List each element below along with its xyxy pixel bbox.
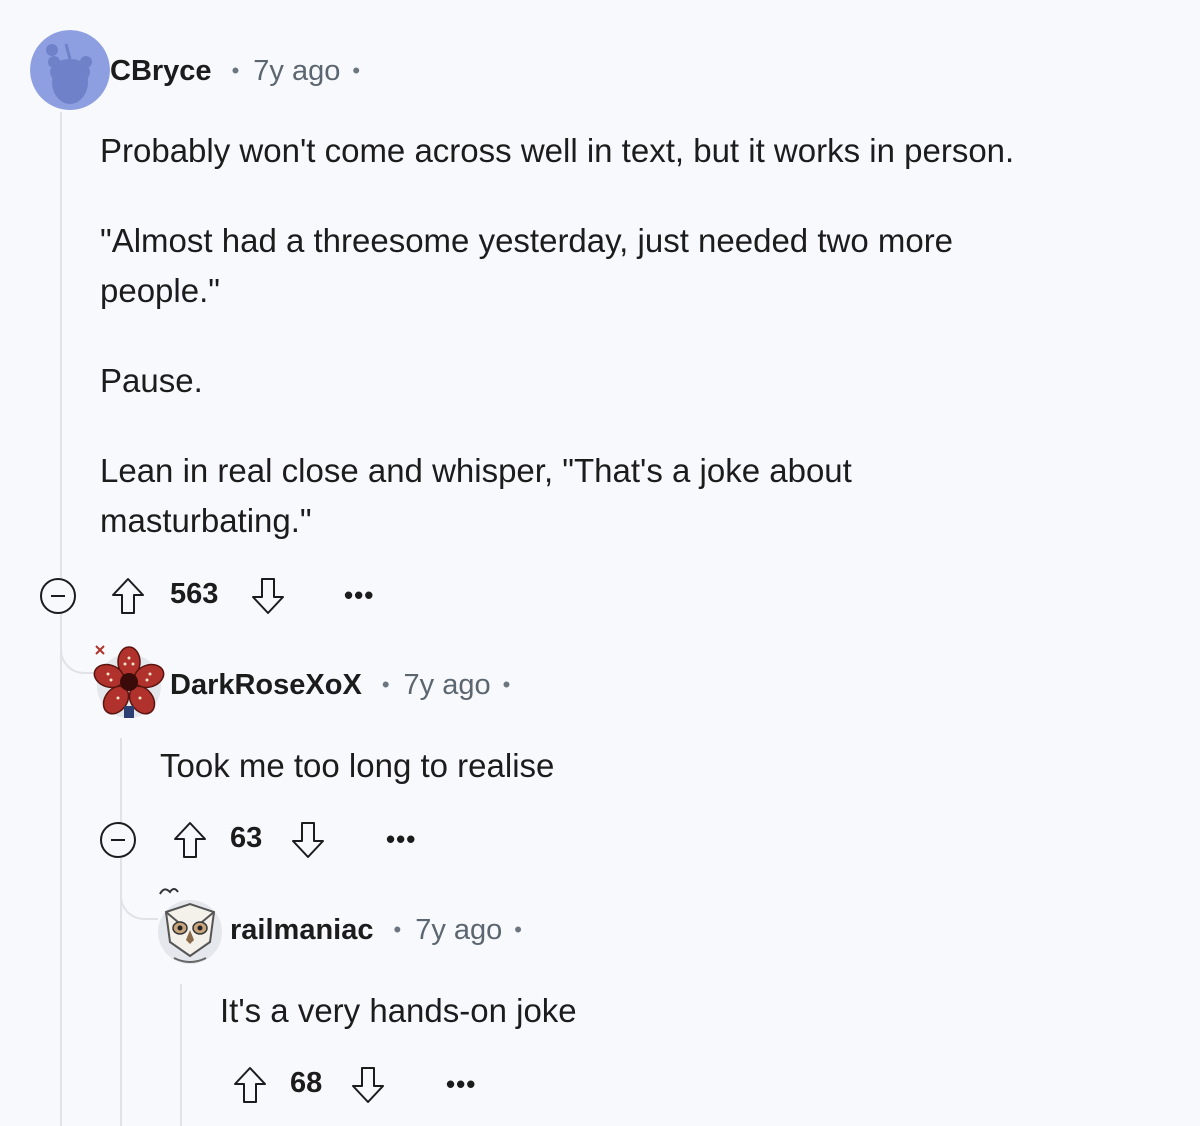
downvote-arrow-icon xyxy=(292,822,324,858)
username[interactable]: railmaniac xyxy=(230,914,373,947)
collapse-minus-icon xyxy=(111,838,125,842)
comment-paragraph: Probably won't come across well in text,… xyxy=(100,132,1015,169)
comment-body: Took me too long to realise xyxy=(160,741,1160,791)
collapse-button[interactable] xyxy=(100,822,136,858)
thread-line-level-1-continued[interactable] xyxy=(60,614,62,1126)
comment-meta: DarkRoseXoX • 7y ago • xyxy=(170,664,510,706)
separator-dot: • xyxy=(381,672,390,697)
thread-line-level-1[interactable] xyxy=(60,112,62,580)
thread-line-level-2[interactable] xyxy=(120,738,122,822)
upvote-button[interactable] xyxy=(232,1065,268,1105)
vote-score: 63 xyxy=(230,822,263,854)
comment-body: Probably won't come across well in text,… xyxy=(100,126,1160,546)
comment-paragraph: It's a very hands-on joke xyxy=(220,992,577,1029)
collapse-button[interactable] xyxy=(40,578,76,614)
upvote-arrow-icon xyxy=(174,822,206,858)
username[interactable]: DarkRoseXoX xyxy=(170,669,362,702)
separator-dot: • xyxy=(502,672,511,697)
separator-dot: • xyxy=(514,917,522,942)
comment-meta: CBryce • 7y ago • xyxy=(110,50,360,92)
comment-actions: 63 ••• xyxy=(100,818,430,862)
comment-paragraph: "Almost had a threesome yesterday, just … xyxy=(100,222,954,309)
demogorgon-avatar-icon xyxy=(93,645,165,718)
timestamp[interactable]: 7y ago xyxy=(415,914,502,947)
owl-mask-avatar-icon xyxy=(158,888,222,964)
upvote-arrow-icon xyxy=(234,1067,266,1103)
upvote-button[interactable] xyxy=(172,820,208,860)
more-options-button[interactable]: ••• xyxy=(386,826,416,852)
comment-body: It's a very hands-on joke xyxy=(220,986,1160,1036)
vote-score: 68 xyxy=(290,1067,323,1099)
comment-thread: CBryce • 7y ago • Probably won't come ac… xyxy=(0,0,1200,1126)
downvote-button[interactable] xyxy=(250,576,286,616)
avatar[interactable] xyxy=(30,30,110,110)
downvote-button[interactable] xyxy=(350,1065,386,1105)
username[interactable]: CBryce xyxy=(110,55,212,88)
downvote-button[interactable] xyxy=(290,820,326,860)
comment-actions: 563 ••• xyxy=(40,574,440,618)
default-snoo-avatar-icon xyxy=(30,30,110,110)
separator-dot: • xyxy=(231,58,240,83)
comment-actions: 68 ••• xyxy=(230,1063,490,1107)
separator-dot: • xyxy=(352,58,361,83)
collapse-minus-icon xyxy=(51,594,65,598)
upvote-button[interactable] xyxy=(110,576,146,616)
upvote-arrow-icon xyxy=(112,578,144,614)
more-options-button[interactable]: ••• xyxy=(446,1071,476,1097)
more-options-button[interactable]: ••• xyxy=(344,582,374,608)
avatar[interactable] xyxy=(92,640,166,720)
thread-line-level-3[interactable] xyxy=(180,984,182,1126)
comment-paragraph: Lean in real close and whisper, "That's … xyxy=(100,452,852,539)
timestamp[interactable]: 7y ago xyxy=(404,669,491,702)
downvote-arrow-icon xyxy=(252,578,284,614)
timestamp[interactable]: 7y ago xyxy=(253,55,340,88)
comment-paragraph: Pause. xyxy=(100,362,203,399)
avatar[interactable] xyxy=(154,882,226,966)
separator-dot: • xyxy=(393,917,402,942)
thread-connector-level-3 xyxy=(120,858,158,920)
vote-score: 563 xyxy=(170,578,219,610)
downvote-arrow-icon xyxy=(352,1067,384,1103)
comment-meta: railmaniac • 7y ago • xyxy=(230,909,522,951)
comment-paragraph: Took me too long to realise xyxy=(160,747,555,784)
